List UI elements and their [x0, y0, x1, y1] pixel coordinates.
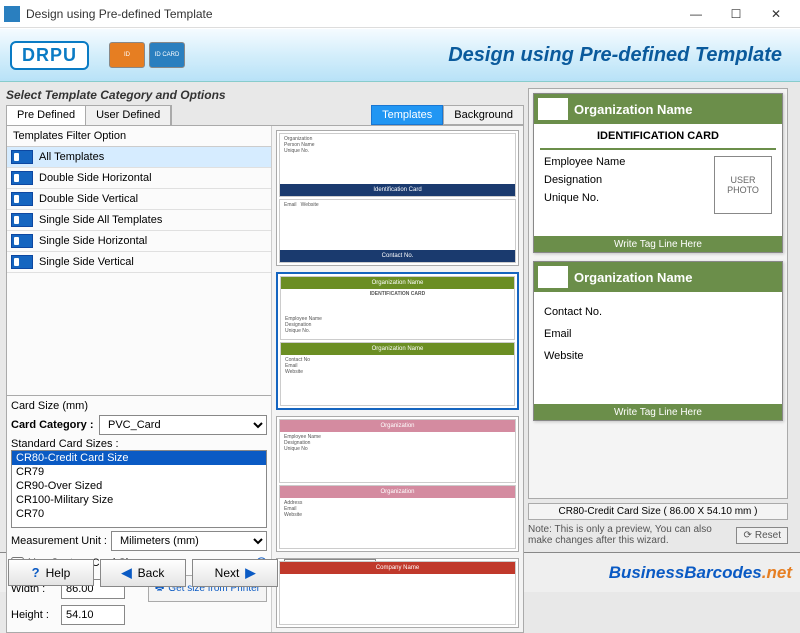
tab-predefined[interactable]: Pre Defined [7, 106, 86, 125]
preview-size-info: CR80-Credit Card Size ( 86.00 X 54.10 mm… [528, 503, 788, 520]
filter-list: All Templates Double Side Horizontal Dou… [7, 147, 271, 273]
preview-card-front: Organization Name IDENTIFICATION CARD Em… [533, 93, 783, 253]
app-icon [4, 6, 20, 22]
logo-placeholder [538, 266, 568, 288]
minimize-button[interactable]: — [676, 0, 716, 28]
template-icon [11, 255, 33, 269]
preview-org-name: Organization Name [574, 270, 692, 285]
filter-item-label: Double Side Horizontal [39, 172, 152, 184]
filter-item-all[interactable]: All Templates [7, 147, 271, 168]
filter-item-ssv[interactable]: Single Side Vertical [7, 252, 271, 273]
button-label: Help [46, 566, 71, 580]
size-item[interactable]: CR80-Credit Card Size [12, 451, 266, 465]
preview-org-name: Organization Name [574, 102, 692, 117]
preview-note: Note: This is only a preview, You can al… [528, 524, 732, 546]
id-card-icon: ID CARD [149, 42, 185, 68]
size-item[interactable]: CR90-Over Sized [12, 479, 266, 493]
reset-button[interactable]: ⟳ Reset [736, 527, 788, 544]
template-thumb-selected[interactable]: Organization NameIDENTIFICATION CARDEmpl… [276, 272, 519, 410]
preview-field: Unique No. [544, 192, 706, 204]
help-button[interactable]: ? Help [8, 559, 94, 586]
next-button[interactable]: Next ▶ [192, 559, 278, 587]
filter-item-label: Double Side Vertical [39, 193, 138, 205]
preview-tagline: Write Tag Line Here [534, 236, 782, 252]
template-icon [11, 213, 33, 227]
preview-tagline: Write Tag Line Here [534, 404, 782, 420]
filter-header: Templates Filter Option [7, 126, 271, 147]
thumb-label: Organization Name [281, 277, 514, 289]
brand-watermark: BusinessBarcodes.net [609, 563, 792, 583]
refresh-icon: ⟳ [743, 530, 751, 541]
button-label: Back [138, 566, 165, 580]
maximize-button[interactable]: ☐ [716, 0, 756, 28]
thumb-label: Organization Name [281, 343, 514, 355]
preview-photo-placeholder: USER PHOTO [714, 156, 772, 214]
filter-item-label: Single Side All Templates [39, 214, 162, 226]
thumb-label: Identification Card [280, 184, 515, 196]
close-button[interactable]: ✕ [756, 0, 796, 28]
filter-item-label: All Templates [39, 151, 104, 163]
logo: DRPU [10, 41, 89, 70]
template-thumb[interactable]: Company Name [276, 558, 519, 628]
back-arrow-icon: ◀ [122, 565, 132, 581]
view-tabs: Templates Background [371, 105, 524, 125]
template-thumb[interactable]: OrganizationPerson NameUnique No.Identif… [276, 130, 519, 266]
window-title: Design using Pre-defined Template [26, 7, 676, 21]
thumb-sub: IDENTIFICATION CARD [281, 289, 514, 314]
id-card-icon: ID [109, 42, 145, 68]
std-sizes-label: Standard Card Sizes : [11, 438, 267, 450]
template-thumb[interactable]: OrganizationEmployee NameDesignationUniq… [276, 416, 519, 552]
template-icon [11, 171, 33, 185]
filter-item-dsh[interactable]: Double Side Horizontal [7, 168, 271, 189]
header-banner: DRPU ID ID CARD Design using Pre-defined… [0, 28, 800, 82]
size-item[interactable]: CR100-Military Size [12, 493, 266, 507]
next-arrow-icon: ▶ [245, 565, 255, 581]
thumb-label: Organization [280, 420, 515, 432]
filter-item-ssa[interactable]: Single Side All Templates [7, 210, 271, 231]
window-titlebar: Design using Pre-defined Template — ☐ ✕ [0, 0, 800, 28]
preview-field: Employee Name [544, 156, 706, 168]
logo-placeholder [538, 98, 568, 120]
card-size-title: Card Size (mm) [11, 400, 267, 412]
section-title: Select Template Category and Options [6, 88, 524, 102]
banner-title: Design using Pre-defined Template [448, 44, 782, 67]
back-button[interactable]: ◀ Back [100, 559, 186, 587]
preview-field: Email [544, 328, 772, 340]
measurement-unit-label: Measurement Unit : [11, 535, 107, 547]
measurement-unit-select[interactable]: Milimeters (mm) [111, 531, 267, 551]
preview-field: Website [544, 350, 772, 362]
size-item[interactable]: CR79 [12, 465, 266, 479]
card-category-select[interactable]: PVC_Card [99, 415, 267, 435]
filter-item-dsv[interactable]: Double Side Vertical [7, 189, 271, 210]
filter-item-ssh[interactable]: Single Side Horizontal [7, 231, 271, 252]
help-icon: ? [32, 565, 40, 580]
standard-sizes-list[interactable]: CR80-Credit Card Size CR79 CR90-Over Siz… [11, 450, 267, 528]
template-icon [11, 234, 33, 248]
main-tabs: Pre Defined User Defined [6, 105, 172, 125]
preview-panel[interactable]: Organization Name IDENTIFICATION CARD Em… [528, 88, 788, 499]
card-category-label: Card Category : [11, 419, 95, 431]
filter-item-label: Single Side Vertical [39, 256, 134, 268]
thumb-label: Organization [280, 486, 515, 498]
banner-card-icons: ID ID CARD [109, 42, 185, 68]
card-size-panel: Card Size (mm) Card Category : PVC_Card … [7, 395, 271, 632]
preview-subtitle: IDENTIFICATION CARD [540, 124, 776, 150]
filter-item-label: Single Side Horizontal [39, 235, 147, 247]
preview-card-back: Organization Name Contact No. Email Webs… [533, 261, 783, 421]
tab-background[interactable]: Background [443, 105, 524, 125]
reset-label: Reset [755, 530, 781, 541]
tab-userdefined[interactable]: User Defined [86, 106, 171, 125]
preview-field: Contact No. [544, 306, 772, 318]
thumb-label: Company Name [280, 562, 515, 574]
template-scroller[interactable]: OrganizationPerson NameUnique No.Identif… [272, 126, 523, 632]
size-item[interactable]: CR70 [12, 507, 266, 521]
template-icon [11, 192, 33, 206]
thumb-label: Contact No. [280, 250, 515, 262]
button-label: Next [215, 566, 240, 580]
template-icon [11, 150, 33, 164]
tab-templates[interactable]: Templates [371, 105, 443, 125]
preview-field: Designation [544, 174, 706, 186]
height-input[interactable] [61, 605, 125, 625]
height-label: Height : [11, 609, 57, 621]
